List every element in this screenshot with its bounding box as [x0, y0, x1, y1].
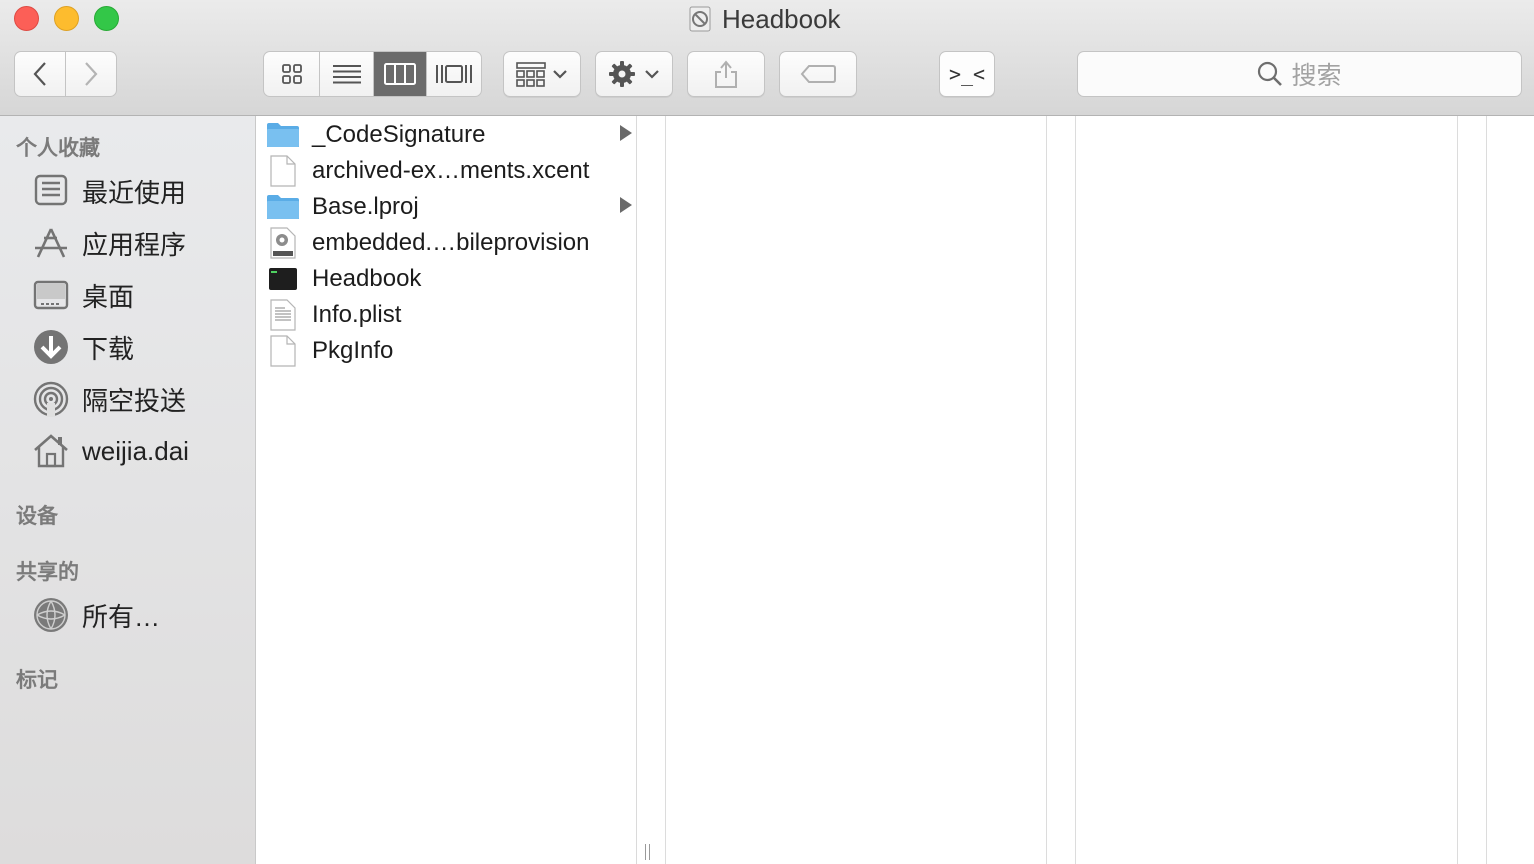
app-proxy-icon[interactable] — [688, 6, 714, 32]
file-name: Info.plist — [312, 301, 402, 328]
document-icon — [266, 334, 300, 368]
chevron-down-icon — [645, 70, 659, 79]
sidebar-item-downloads[interactable]: 下载 — [32, 325, 134, 369]
folder-icon — [266, 190, 300, 224]
terminal-icon: >_< — [948, 62, 986, 86]
chevron-right-icon — [84, 62, 98, 86]
arrange-grid-icon — [516, 62, 546, 87]
file-row-mobileprovision[interactable]: embedded.…bileprovision — [266, 225, 636, 261]
column-divider[interactable] — [1486, 116, 1487, 864]
minimize-window-button[interactable] — [54, 6, 79, 31]
file-name: PkgInfo — [312, 337, 394, 364]
file-row-xcent[interactable]: archived-ex…ments.xcent — [266, 153, 636, 189]
sidebar-item-airdrop[interactable]: 隔空投送 — [32, 377, 186, 421]
column-resize-handle[interactable] — [645, 844, 657, 860]
file-row-codesignature[interactable]: _CodeSignature — [266, 117, 636, 153]
window-title: Headbook — [688, 4, 841, 34]
sidebar-item-label: 桌面 — [82, 281, 135, 312]
view-mode-control — [263, 51, 482, 97]
file-name: Headbook — [312, 265, 422, 292]
chevron-down-icon — [553, 70, 567, 79]
search-icon — [1258, 61, 1283, 86]
cover-flow-icon — [435, 65, 472, 83]
column-divider[interactable] — [1457, 116, 1458, 864]
sidebar-item-home[interactable]: weijia.dai — [32, 429, 189, 473]
plist-icon — [266, 298, 300, 332]
sidebar-item-all-shared[interactable]: 所有… — [32, 593, 160, 637]
file-name: embedded.…bileprovision — [312, 229, 590, 256]
home-icon — [32, 432, 70, 470]
sidebar-item-label: 最近使用 — [82, 177, 187, 208]
icon-grid-icon — [281, 64, 302, 84]
file-name: archived-ex…ments.xcent — [312, 157, 590, 184]
search-placeholder: 搜索 — [1291, 62, 1342, 90]
sidebar-item-label: 所有… — [82, 601, 161, 632]
sidebar-item-desktop[interactable]: 桌面 — [32, 273, 134, 317]
file-name: _CodeSignature — [312, 121, 486, 148]
list-icon — [332, 65, 361, 84]
column-divider[interactable] — [1046, 116, 1047, 864]
executable-icon — [266, 262, 300, 296]
file-row-base-lproj[interactable]: Base.lproj — [266, 189, 636, 225]
sidebar: 个人收藏 最近使用 应用程序 桌面 下载 隔空投送 weijia.dai 设备 … — [0, 116, 256, 864]
window-title-text: Headbook — [722, 3, 841, 34]
back-button[interactable] — [15, 52, 66, 96]
gear-icon — [609, 61, 635, 87]
file-name: Base.lproj — [312, 193, 419, 220]
chevron-left-icon — [33, 62, 46, 86]
forward-button[interactable] — [66, 52, 117, 96]
downloads-icon — [32, 328, 70, 366]
columns-icon — [383, 63, 416, 85]
sidebar-item-label: 下载 — [82, 333, 135, 364]
column-view-button[interactable] — [374, 52, 427, 96]
file-row-headbook-exec[interactable]: Headbook — [266, 261, 636, 297]
favorites-heading: 个人收藏 — [16, 137, 100, 160]
share-button[interactable] — [687, 51, 765, 97]
column-spacer — [637, 116, 665, 864]
share-icon — [715, 60, 737, 88]
close-window-button[interactable] — [14, 6, 39, 31]
sidebar-item-applications[interactable]: 应用程序 — [32, 221, 186, 265]
provisioning-profile-icon — [266, 226, 300, 260]
desktop-icon — [32, 276, 70, 314]
search-field[interactable]: 搜索 — [1077, 51, 1522, 97]
maximize-window-button[interactable] — [94, 6, 119, 31]
folder-icon — [266, 118, 300, 152]
list-view-button[interactable] — [320, 52, 374, 96]
arrange-button[interactable] — [503, 51, 581, 97]
file-row-info-plist[interactable]: Info.plist — [266, 297, 636, 333]
cover-flow-button[interactable] — [427, 52, 481, 96]
recents-icon — [32, 172, 70, 210]
document-icon — [266, 154, 300, 188]
sidebar-item-label: 隔空投送 — [82, 385, 187, 416]
tag-button[interactable] — [779, 51, 857, 97]
sidebar-item-label: weijia.dai — [82, 435, 189, 466]
network-icon — [32, 596, 70, 634]
file-row-pkginfo[interactable]: PkgInfo — [266, 333, 636, 369]
column-divider[interactable] — [665, 116, 666, 864]
terminal-button[interactable]: >_< — [939, 51, 995, 97]
airdrop-icon — [32, 380, 70, 418]
window-toolbar: Headbook >_< 搜索 — [0, 0, 1534, 116]
tags-heading: 标记 — [16, 669, 58, 692]
disclosure-arrow-icon — [620, 197, 632, 213]
column-divider[interactable] — [1075, 116, 1076, 864]
devices-heading: 设备 — [16, 505, 58, 528]
icon-view-button[interactable] — [264, 52, 321, 96]
disclosure-arrow-icon — [620, 125, 632, 141]
applications-icon — [32, 224, 70, 262]
sidebar-item-recents[interactable]: 最近使用 — [32, 169, 186, 213]
sidebar-item-label: 应用程序 — [82, 229, 187, 260]
tag-icon — [800, 65, 836, 83]
shared-heading: 共享的 — [16, 561, 79, 584]
action-button[interactable] — [595, 51, 673, 97]
nav-buttons — [14, 51, 117, 97]
